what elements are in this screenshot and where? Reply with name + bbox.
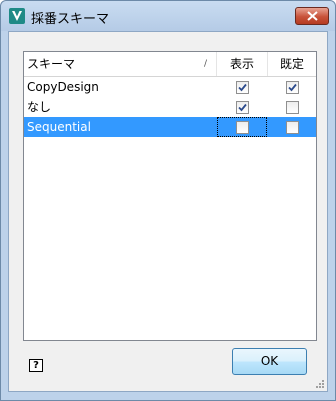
close-button[interactable] <box>295 7 329 25</box>
checkmark-icon <box>238 103 247 112</box>
schema-name: Sequential <box>27 120 91 134</box>
resize-grip-icon[interactable] <box>314 378 325 389</box>
schema-list[interactable]: スキーマ / 表示 既定 CopyDesign なし Sequential <box>23 51 317 341</box>
column-header-schema[interactable]: スキーマ <box>27 52 75 76</box>
close-icon <box>307 11 318 21</box>
show-checkbox[interactable] <box>236 101 249 114</box>
list-item[interactable]: なし <box>24 97 316 117</box>
column-header-show[interactable]: 表示 <box>217 52 267 76</box>
default-checkbox[interactable] <box>286 101 299 114</box>
list-item[interactable]: CopyDesign <box>24 77 316 97</box>
title-bar[interactable]: 採番スキーマ <box>1 1 335 31</box>
sort-indicator-icon: / <box>204 59 208 69</box>
dialog-client-area: スキーマ / 表示 既定 CopyDesign なし Sequential ? … <box>8 31 328 392</box>
default-checkbox[interactable] <box>286 121 299 134</box>
checkmark-icon <box>238 83 247 92</box>
window-title: 採番スキーマ <box>31 12 110 27</box>
show-checkbox[interactable] <box>236 81 249 94</box>
ok-button-label: OK <box>260 354 279 368</box>
dialog-window: 採番スキーマ スキーマ / 表示 既定 CopyDesign なし Sequen… <box>0 0 336 401</box>
checkmark-icon <box>288 83 297 92</box>
show-checkbox[interactable] <box>236 121 249 134</box>
column-header-default[interactable]: 既定 <box>268 52 316 76</box>
app-logo-icon <box>9 8 25 24</box>
ok-button[interactable]: OK <box>232 348 307 375</box>
list-item-selected[interactable]: Sequential <box>24 117 316 137</box>
list-header: スキーマ / 表示 既定 <box>24 52 316 77</box>
default-checkbox[interactable] <box>286 81 299 94</box>
schema-name: なし <box>27 100 52 114</box>
schema-name: CopyDesign <box>27 80 99 94</box>
help-icon[interactable]: ? <box>29 359 43 372</box>
